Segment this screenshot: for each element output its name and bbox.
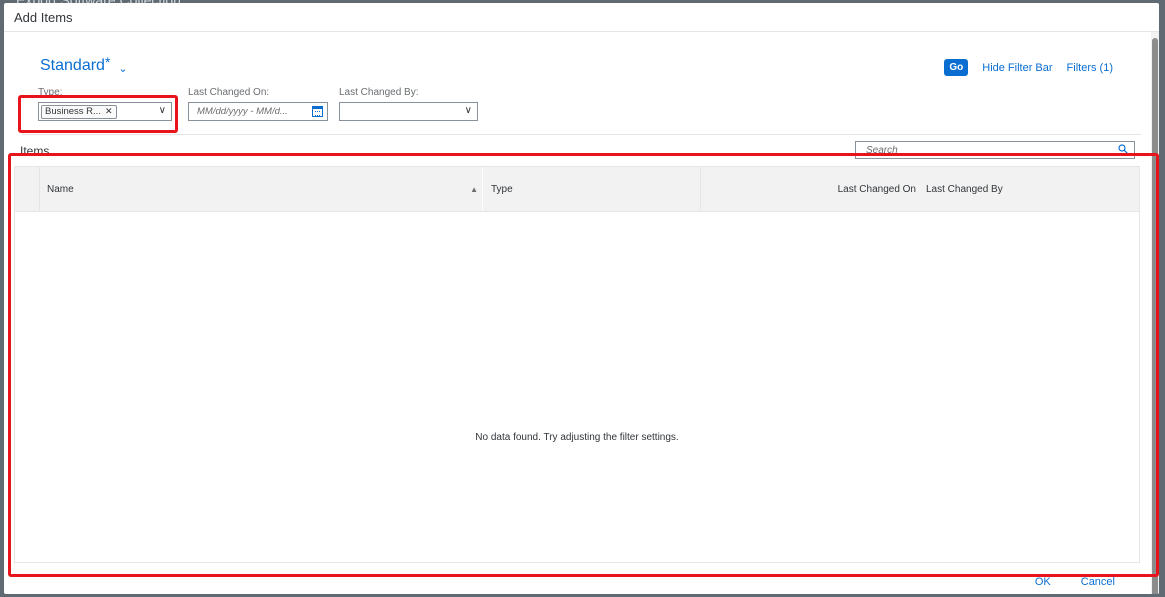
dialog-title: Add Items	[14, 9, 73, 25]
date-range-placeholder: MM/dd/yyyy - MM/d...	[197, 106, 288, 117]
variant-name: Standard	[40, 57, 105, 74]
variant-selector[interactable]: Standard* ⌄	[40, 54, 128, 75]
items-table-highlight	[8, 153, 1159, 577]
filter-divider	[22, 134, 1141, 135]
cancel-button[interactable]: Cancel	[1081, 576, 1115, 588]
chevron-down-icon[interactable]: ⌄	[118, 62, 127, 75]
date-range-input[interactable]: MM/dd/yyyy - MM/d...	[188, 102, 328, 121]
type-filter-highlight	[18, 95, 178, 133]
variant-modified-marker: *	[104, 54, 111, 70]
last-changed-by-select[interactable]: ∨	[339, 102, 478, 121]
filters-link[interactable]: Filters (1)	[1067, 62, 1113, 74]
calendar-icon[interactable]	[312, 106, 323, 117]
dialog-header: Add Items	[4, 3, 1159, 32]
last-changed-on-label: Last Changed On:	[188, 87, 270, 98]
go-button[interactable]: Go	[944, 59, 969, 76]
last-changed-by-label: Last Changed By:	[339, 87, 419, 98]
last-changed-by-filter: Last Changed By: ∨	[339, 87, 478, 121]
last-changed-on-filter: Last Changed On: MM/dd/yyyy - MM/d...	[188, 87, 328, 121]
dialog-footer: OK Cancel	[1035, 576, 1115, 588]
filter-bar-actions: Go Hide Filter Bar Filters (1)	[944, 59, 1113, 76]
ok-button[interactable]: OK	[1035, 576, 1051, 588]
chevron-down-icon[interactable]: ∨	[465, 105, 472, 116]
hide-filter-bar-link[interactable]: Hide Filter Bar	[982, 62, 1052, 74]
